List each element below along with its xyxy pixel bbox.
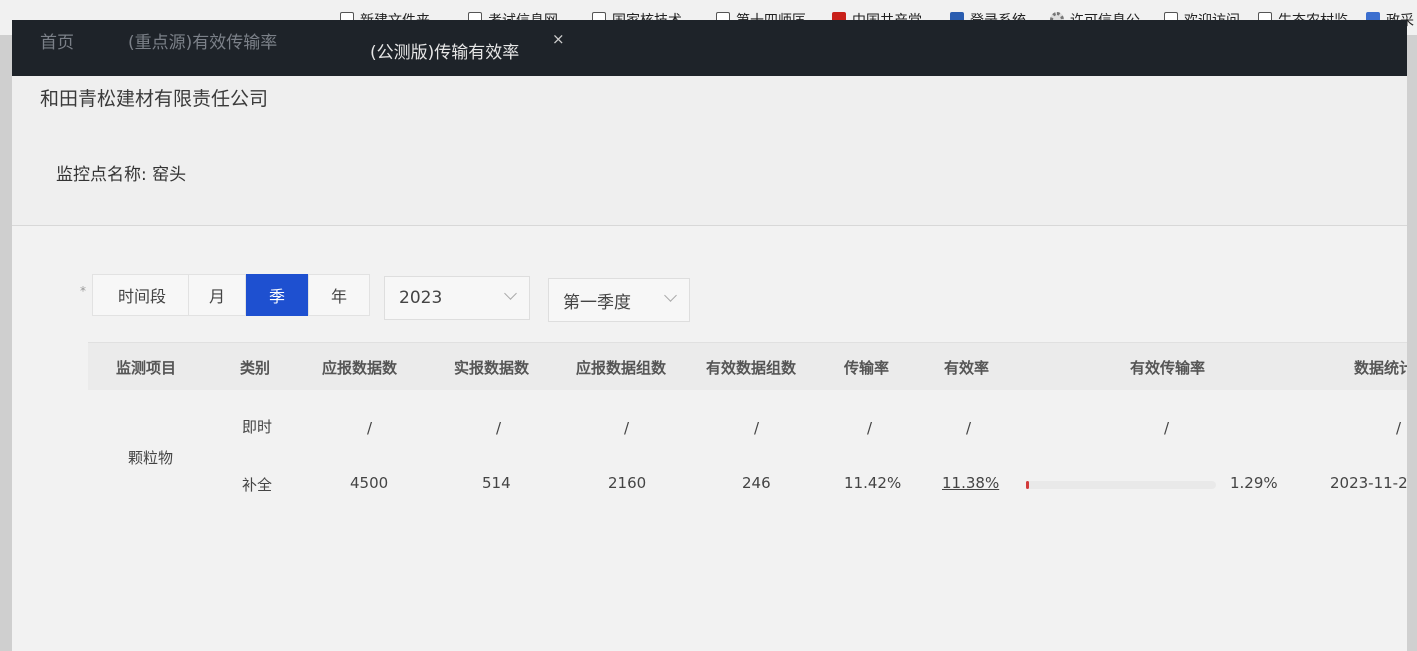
window-edge-left bbox=[0, 36, 12, 651]
period-option-year[interactable]: 年 bbox=[308, 274, 370, 316]
main-content: * 时间段 月 季 年 2023 第一季度 监测项目 类别 应报数据数 实报数据… bbox=[12, 226, 1414, 651]
chevron-down-icon bbox=[504, 287, 517, 300]
row-transmit-rate: / bbox=[867, 419, 873, 437]
row-valid-groups: / bbox=[754, 419, 760, 437]
header-monitor-item: 监测项目 bbox=[116, 359, 177, 377]
company-name: 和田青松建材有限责任公司 bbox=[40, 88, 269, 110]
quarter-select[interactable]: 第一季度 bbox=[548, 278, 690, 322]
row-stat-time: 2023-11-26 ( bbox=[1330, 474, 1407, 492]
monitor-item-cell: 颗粒物 bbox=[128, 449, 174, 467]
header-expected: 应报数据数 bbox=[322, 359, 398, 377]
header-expected-groups: 应报数据组数 bbox=[576, 359, 667, 377]
header-category: 类别 bbox=[240, 359, 271, 377]
app-window: 首页 (重点源)有效传输率 (公测版)传输有效率 × 和田青松建材有限责任公司 … bbox=[12, 20, 1414, 651]
row-expected-groups: 2160 bbox=[608, 474, 647, 492]
row-effective-rate: 1.29% bbox=[1230, 474, 1278, 492]
effective-rate-progress-fill bbox=[1026, 481, 1029, 489]
quarter-select-value: 第一季度 bbox=[563, 292, 631, 313]
row-category: 补全 bbox=[242, 476, 273, 494]
row-expected: / bbox=[367, 419, 373, 437]
header-valid-rate: 有效率 bbox=[944, 359, 990, 377]
year-select[interactable]: 2023 bbox=[384, 276, 530, 320]
header-effective-rate: 有效传输率 bbox=[1130, 359, 1206, 377]
close-icon[interactable]: × bbox=[552, 30, 565, 48]
row-transmit-rate: 11.42% bbox=[844, 474, 902, 492]
required-mark: * bbox=[80, 284, 86, 298]
valid-rate-link[interactable]: 11.38% bbox=[942, 474, 999, 492]
header-actual: 实报数据数 bbox=[454, 359, 530, 377]
effective-rate-progress bbox=[1026, 481, 1216, 489]
header-transmit-rate: 传输率 bbox=[844, 359, 890, 377]
tab-home[interactable]: 首页 bbox=[40, 28, 74, 53]
row-actual: / bbox=[496, 419, 502, 437]
monitor-point-label: 监控点名称: 窑头 bbox=[56, 165, 187, 185]
row-stat-time: / bbox=[1396, 419, 1402, 437]
company-header: 和田青松建材有限责任公司 监控点名称: 窑头 bbox=[12, 76, 1407, 226]
row-actual: 514 bbox=[482, 474, 511, 492]
period-option-month[interactable]: 月 bbox=[188, 274, 246, 316]
row-expected: 4500 bbox=[350, 474, 389, 492]
row-category: 即时 bbox=[242, 418, 273, 436]
tab-public-beta-rate[interactable]: (公测版)传输有效率 bbox=[370, 38, 519, 63]
chevron-down-icon bbox=[664, 289, 677, 302]
row-valid-groups: 246 bbox=[742, 474, 771, 492]
row-expected-groups: / bbox=[624, 419, 630, 437]
row-effective-rate: / bbox=[1164, 419, 1170, 437]
period-option-quarter[interactable]: 季 bbox=[246, 274, 308, 316]
window-edge-right bbox=[1407, 36, 1417, 651]
header-valid-groups: 有效数据组数 bbox=[706, 359, 797, 377]
year-select-value: 2023 bbox=[399, 288, 443, 308]
header-data-stat: 数据统计 bbox=[1354, 359, 1415, 377]
row-valid-rate: / bbox=[966, 419, 972, 437]
table-header: 监测项目 类别 应报数据数 实报数据数 应报数据组数 有效数据组数 传输率 有效… bbox=[88, 342, 1414, 390]
tab-key-source-rate[interactable]: (重点源)有效传输率 bbox=[128, 28, 277, 53]
period-label: 时间段 bbox=[92, 274, 192, 316]
